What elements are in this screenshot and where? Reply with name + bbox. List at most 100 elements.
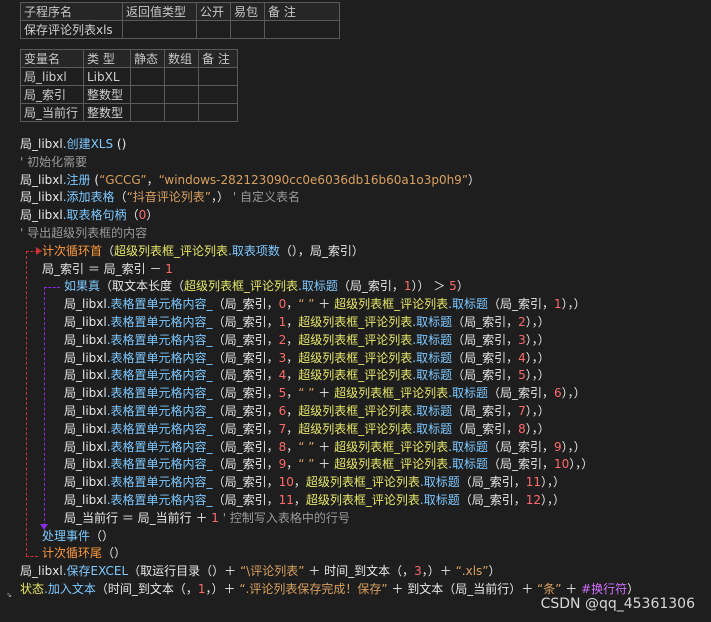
var-static-cell[interactable] [130,67,165,86]
code-line[interactable]: 局_libxl.表格置单元格内容_（局_索引，4，超级列表框_评论列表.取标题（… [64,366,550,384]
code-token: 10 [553,457,570,471]
code-line[interactable]: 局_libxl.表格置单元格内容_（局_索引，10，超级列表框_评论列表.取标题… [64,473,565,491]
code-token: 超级列表框_评论列表 [298,422,413,436]
code-token: （局_索引， [212,333,279,347]
var-static-cell[interactable] [130,103,165,122]
code-line[interactable]: 计次循环首（超级列表框_评论列表.取表项数（），局_索引） [42,242,364,260]
code-token: .表格置单元格内容_ [106,297,213,311]
easy-pkg-cell[interactable] [230,20,265,39]
var-type-cell[interactable]: 整数型 [83,103,131,122]
code-line[interactable]: 局_索引 ＝ 局_索引 － 1 [42,260,173,278]
code-line[interactable]: 局_libxl.添加表格（“抖音评论列表”，） ' 自定义表名 [20,188,300,206]
var-name-cell[interactable]: 局_当前行 [20,103,84,122]
code-line[interactable]: 局_libxl.表格置单元格内容_（局_索引，5，“ ” ＋ 超级列表框_评论列… [64,384,586,402]
code-line[interactable]: 局_libxl.表格置单元格内容_（局_索引，6，超级列表框_评论列表.取标题（… [64,402,550,420]
variable-row[interactable]: 局_索引 整数型 [20,85,238,104]
var-remark-cell[interactable] [198,67,238,86]
code-token: （），局_索引） [279,244,364,258]
code-token: ），） [525,315,550,329]
code-line[interactable]: 局_libxl.表格置单元格内容_（局_索引，9，“ ” ＋ 超级列表框_评论列… [64,455,593,473]
code-token: 局_libxl [64,475,107,489]
code-line[interactable]: 局_libxl.表格置单元格内容_（局_索引，2，超级列表框_评论列表.取标题（… [64,331,550,349]
var-type-cell[interactable]: LibXL [83,67,131,86]
code-token: （局_索引， [487,297,554,311]
code-token: ），） [541,493,566,507]
var-remark-cell[interactable] [198,103,238,122]
var-array-cell[interactable] [164,67,199,86]
code-line[interactable]: 计次循环尾（） [42,544,126,562]
code-token: 局_libxl [64,404,107,418]
if-guide-top [44,287,60,288]
header-easy-pkg: 易包 [230,2,265,21]
header-static: 静态 [130,49,165,68]
code-token: 1 [553,297,562,311]
code-token: “ ” [298,297,315,311]
code-token: .表格置单元格内容_ [106,475,213,489]
code-token: 1 [211,511,219,525]
var-remark-cell[interactable] [198,85,238,104]
public-cell[interactable] [196,20,231,39]
code-line[interactable]: ' 导出超级列表框的内容 [20,224,147,242]
code-token: .取标题 [412,422,453,436]
code-token: “ ” [298,457,315,471]
variable-row[interactable]: 局_当前行 整数型 [20,103,238,122]
code-line[interactable]: 局_libxl.表格置单元格内容_（局_索引，3，超级列表框_评论列表.取标题（… [64,349,550,367]
code-token: “ ” [298,440,315,454]
code-line[interactable]: 局_libxl.注册 (“GCCG”，“windows-282123090cc0… [20,171,480,189]
var-array-cell[interactable] [164,103,199,122]
code-token: .表格置单元格内容_ [106,386,213,400]
subroutine-name-cell[interactable]: 保存评论列表xls [20,20,123,39]
code-token: ），） [561,440,586,454]
remark-cell[interactable] [264,20,340,39]
var-array-cell[interactable] [164,85,199,104]
code-line[interactable]: 处理事件（） [42,527,114,545]
expand-arrow-icon[interactable]: ⇘ [6,589,12,600]
var-name-cell[interactable]: 局_libxl [20,67,84,86]
code-token: （ [114,190,127,204]
code-line[interactable]: ' 初始化需要 [20,153,87,171]
code-token: （ [126,208,139,222]
code-token: ） [468,173,481,187]
code-token: 局_libxl [20,564,63,578]
code-token: （局_索引， [212,440,279,454]
code-token: 局_libxl [64,493,107,507]
return-type-cell[interactable] [122,20,197,39]
code-token: #换行符 [581,582,628,596]
var-type-cell[interactable]: 整数型 [83,85,131,104]
header-var-type: 类 型 [83,49,131,68]
code-line[interactable]: 局_libxl.表格置单元格内容_（局_索引，8，“ ” ＋ 超级列表框_评论列… [64,438,586,456]
code-line[interactable]: 局_libxl.创建XLS () [20,135,126,153]
code-line[interactable]: 局_libxl.表格置单元格内容_（局_索引，7，超级列表框_评论列表.取标题（… [64,420,550,438]
var-static-cell[interactable] [130,85,165,104]
code-line[interactable]: 局_libxl.表格置单元格内容_（局_索引，0，“ ” ＋ 超级列表框_评论列… [64,295,586,313]
code-token: “条” [537,582,562,596]
code-line[interactable]: 局_libxl.表格置单元格内容_（局_索引，1，超级列表框_评论列表.取标题（… [64,313,550,331]
code-token: 超级列表框_评论列表 [334,386,449,400]
code-line[interactable]: 局_libxl.表格置单元格内容_（局_索引，11，超级列表框_评论列表.取标题… [64,491,565,509]
code-token: .加入文本 [44,582,96,596]
code-token: ， [286,440,299,454]
variable-row[interactable]: 局_libxl LibXL [20,67,238,86]
code-token: ， [286,457,299,471]
code-token: .取表格句柄 [62,208,127,222]
code-token: （局_索引， [452,333,519,347]
code-token: ＋ [314,440,335,454]
code-token: ），） [525,351,550,365]
loop-arrow-icon [36,247,42,255]
watermark: CSDN @qq_45361306 [540,596,695,612]
code-token: ） [456,279,469,293]
var-name-cell[interactable]: 局_索引 [20,85,84,104]
code-token: ），） [525,404,550,418]
code-line[interactable]: 局_libxl.保存EXCEL（取运行目录（）＋ “\评论列表” ＋ 时间_到文… [20,562,501,580]
subroutine-row[interactable]: 保存评论列表xls [20,20,340,39]
code-token: ） [146,208,159,222]
code-token: （局_索引， [452,404,519,418]
code-line[interactable]: 局_libxl.取表格句柄（0） [20,206,158,224]
code-token: ' 控制写入表格中的行号 [218,511,350,525]
code-token: ＋ [314,386,335,400]
code-line[interactable]: 局_当前行 ＝ 局_当前行 ＋ 1 ' 控制写入表格中的行号 [64,509,350,527]
code-line[interactable]: 如果真（取文本长度（超级列表框_评论列表.取标题（局_索引，1）） ＞ 5） [64,277,469,295]
code-token: （局_索引， [212,386,279,400]
header-subroutine-name: 子程序名 [20,2,123,21]
code-token: .注册 [62,173,91,187]
